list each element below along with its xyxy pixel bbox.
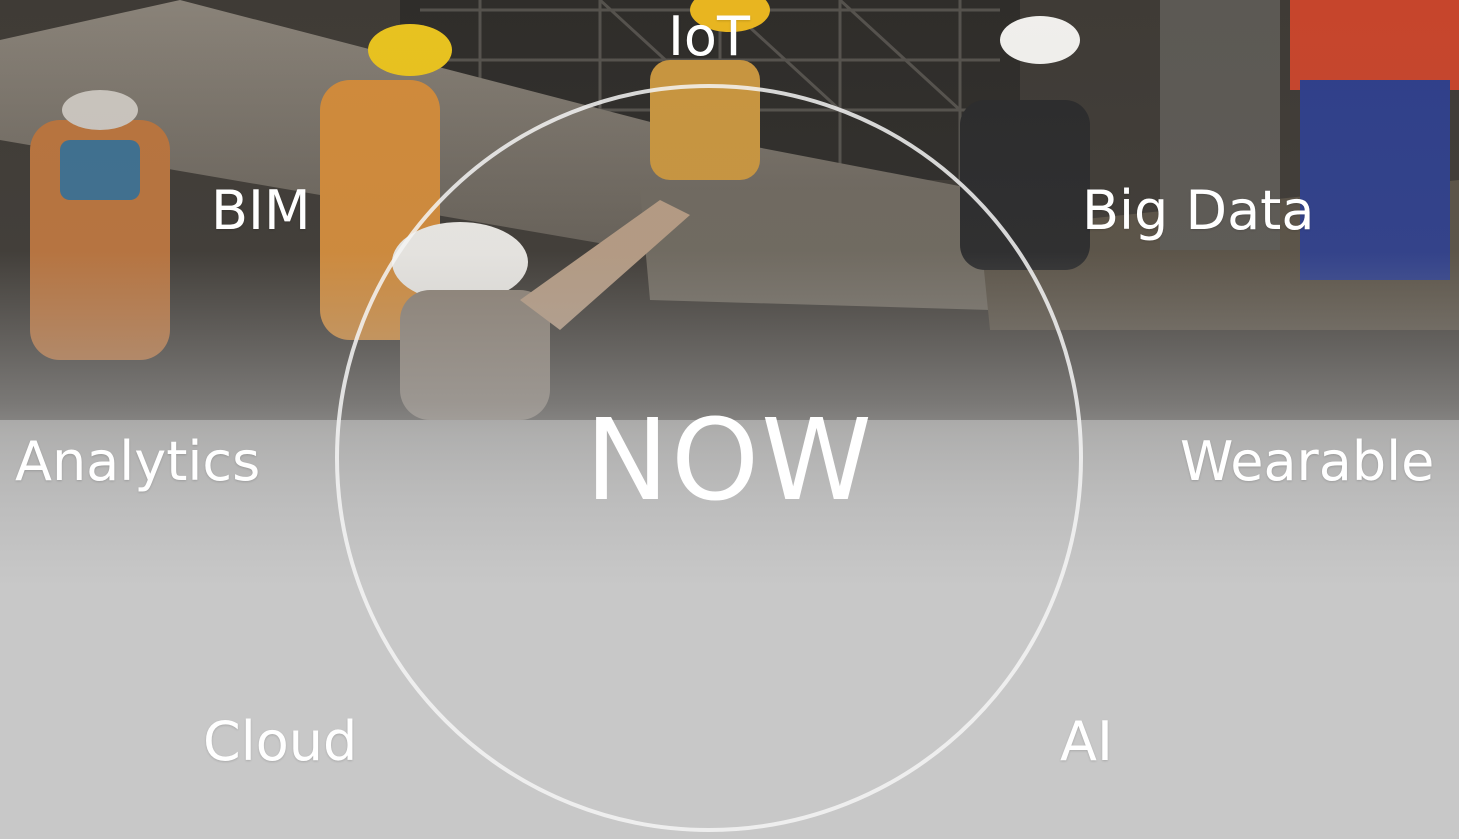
topic-iot: IoT bbox=[668, 5, 750, 68]
topic-ai: AI bbox=[1060, 710, 1113, 773]
topic-wearable: Wearable bbox=[1180, 430, 1435, 493]
topic-bim: BIM bbox=[211, 179, 311, 242]
topic-cloud: Cloud bbox=[203, 710, 358, 773]
slide: NOW IoT BIM Big Data Analytics Wearable … bbox=[0, 0, 1459, 839]
topic-analytics: Analytics bbox=[15, 430, 261, 493]
topic-big-data: Big Data bbox=[1082, 179, 1315, 242]
